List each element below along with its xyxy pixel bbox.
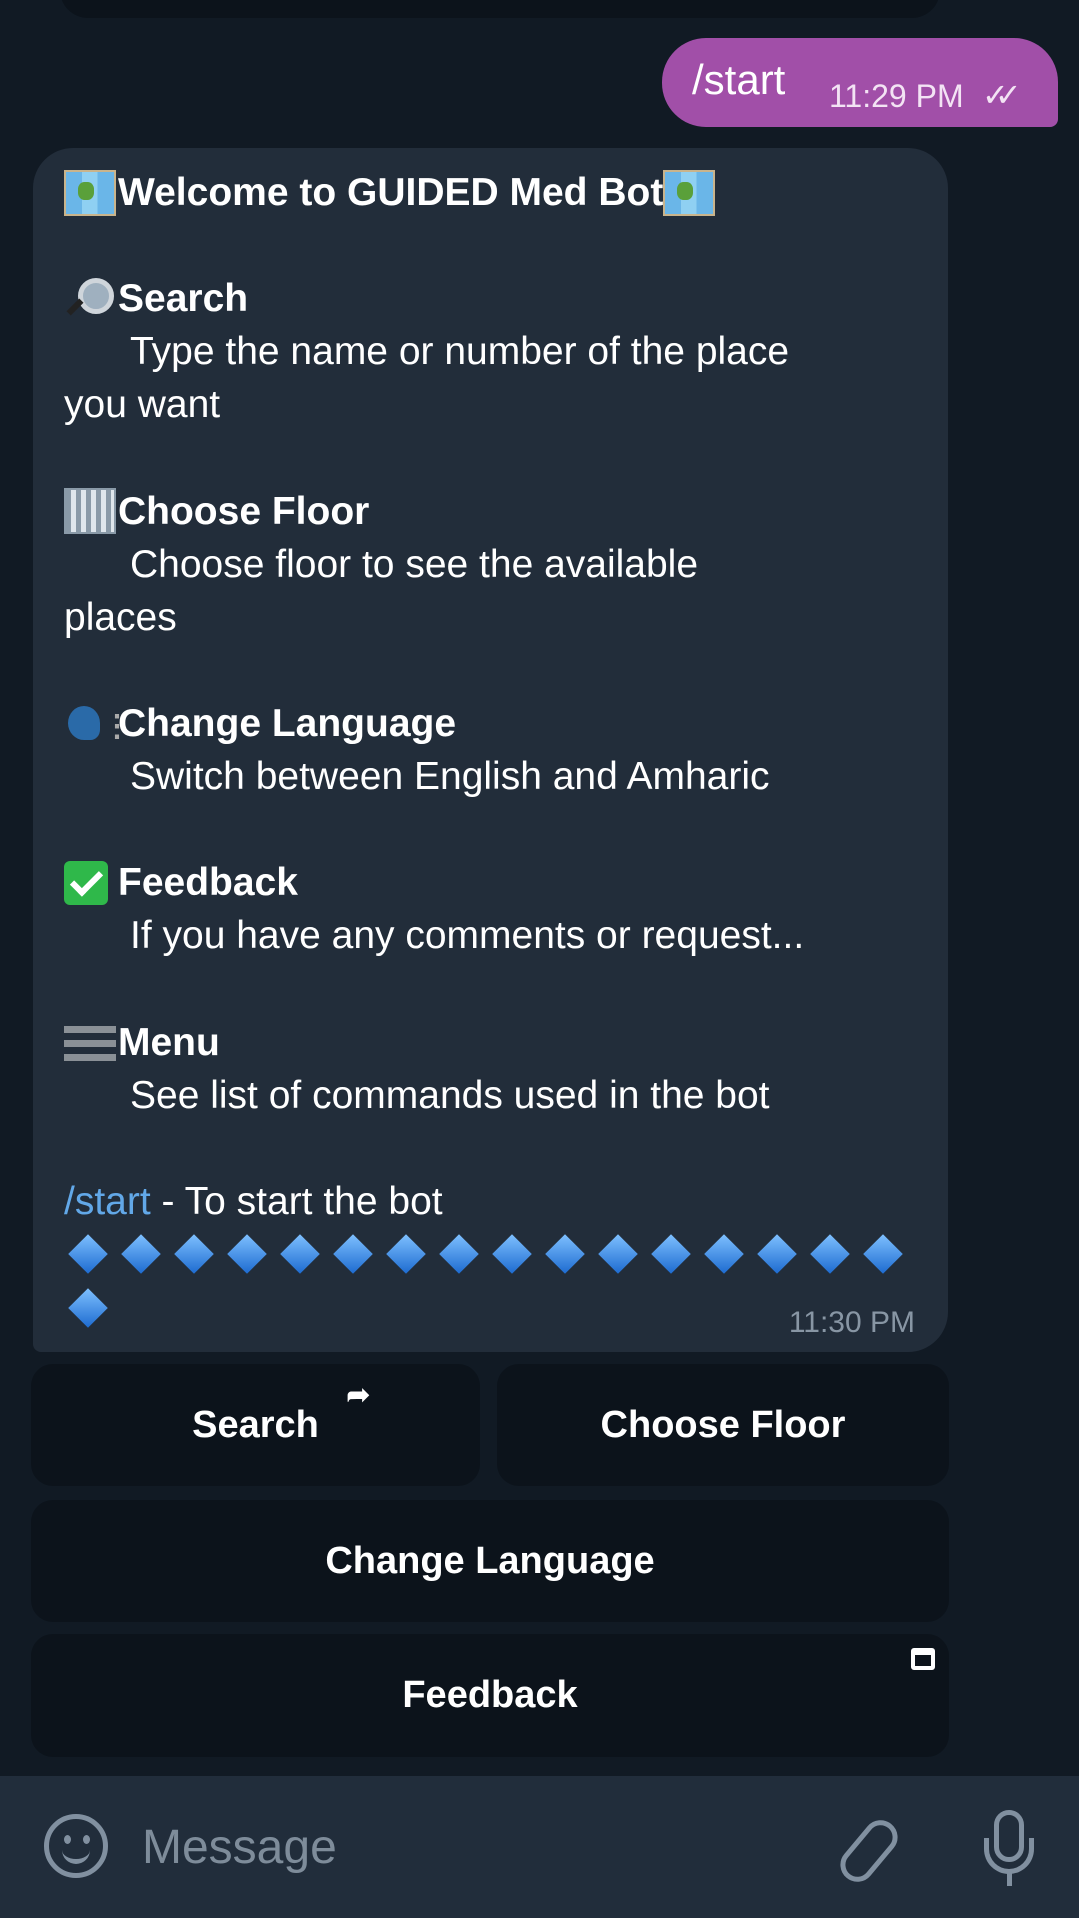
small-blue-diamond-icon	[227, 1234, 267, 1275]
switch-inline-arrow-icon: ➦	[346, 1379, 370, 1410]
section-desc: you want	[64, 383, 221, 427]
heading-text: Menu	[118, 1020, 220, 1064]
diamond-row	[64, 1281, 897, 1334]
section-desc: If you have any comments or request...	[130, 914, 805, 958]
message-input-bar: Message	[0, 1776, 1079, 1918]
small-blue-diamond-icon	[704, 1234, 744, 1275]
section-desc: places	[64, 595, 177, 639]
section-search-heading: Search	[64, 272, 897, 325]
heading-text: Feedback	[118, 861, 298, 905]
web-app-window-icon	[911, 1648, 935, 1670]
keyboard-feedback-button[interactable]: Feedback	[31, 1634, 949, 1757]
small-blue-diamond-icon	[333, 1234, 373, 1275]
small-blue-diamond-icon	[863, 1234, 903, 1275]
keyboard-choose-floor-button[interactable]: Choose Floor	[497, 1364, 949, 1486]
world-map-icon	[663, 169, 716, 216]
section-feedback-heading: Feedback	[64, 856, 897, 909]
small-blue-diamond-icon	[439, 1234, 479, 1275]
section-desc: Type the name or number of the place	[130, 330, 790, 374]
diamond-row	[64, 1228, 903, 1281]
command-desc: - To start the bot	[150, 1179, 443, 1223]
small-blue-diamond-icon	[280, 1234, 320, 1275]
magnifier-icon	[64, 276, 116, 322]
start-command-link[interactable]: /start	[64, 1175, 151, 1228]
message-input[interactable]: Message	[142, 1820, 337, 1875]
small-blue-diamond-icon	[174, 1234, 214, 1275]
user-message-text: /start	[692, 56, 786, 103]
title-text: Welcome to GUIDED Med Bot	[118, 171, 664, 214]
message-time: 11:30 PM	[788, 1306, 915, 1339]
section-menu-heading: Menu	[64, 1016, 897, 1069]
button-label: Feedback	[402, 1674, 578, 1716]
office-building-icon	[64, 488, 116, 535]
keyboard-search-button[interactable]: Search ➦	[31, 1364, 480, 1486]
section-language-heading: Change Language	[64, 697, 897, 754]
small-blue-diamond-icon	[68, 1287, 108, 1328]
section-desc: Switch between English and Amharic	[130, 755, 770, 799]
small-blue-diamond-icon	[651, 1234, 691, 1275]
message-time: 11:29 PM	[829, 78, 964, 114]
small-blue-diamond-icon	[386, 1234, 426, 1275]
small-blue-diamond-icon	[757, 1234, 797, 1275]
keyboard-change-language-button[interactable]: Change Language	[31, 1500, 949, 1622]
menu-bars-icon	[64, 1026, 116, 1063]
heading-text: Choose Floor	[118, 489, 370, 533]
bot-message-bubble[interactable]: Welcome to GUIDED Med Bot Search Type th…	[33, 148, 948, 1352]
speaking-head-icon	[64, 700, 132, 754]
small-blue-diamond-icon	[598, 1234, 638, 1275]
check-mark-icon	[64, 860, 108, 905]
microphone-stem	[1007, 1872, 1012, 1886]
heading-text: Change Language	[118, 701, 457, 745]
user-message-bubble[interactable]: /start 11:29 PM ✓✓	[662, 38, 1058, 127]
section-floor-heading: Choose Floor	[64, 485, 897, 538]
button-label: Change Language	[325, 1539, 655, 1582]
heading-text: Search	[118, 277, 249, 321]
button-label: Choose Floor	[600, 1403, 846, 1446]
button-label: Search	[192, 1403, 319, 1446]
double-check-icon: ✓✓	[982, 77, 1021, 113]
emoji-icon[interactable]	[44, 1814, 108, 1878]
small-blue-diamond-icon	[121, 1234, 161, 1275]
small-blue-diamond-icon	[545, 1234, 585, 1275]
small-blue-diamond-icon	[68, 1234, 108, 1275]
small-blue-diamond-icon	[492, 1234, 532, 1275]
bot-title: Welcome to GUIDED Med Bot	[64, 166, 897, 219]
attach-icon[interactable]	[833, 1813, 905, 1889]
previous-message-edge	[60, 0, 940, 18]
section-desc: See list of commands used in the bot	[130, 1073, 770, 1117]
world-map-icon	[64, 169, 116, 216]
section-desc: Choose floor to see the available	[130, 542, 699, 586]
microphone-stand	[984, 1838, 1034, 1874]
small-blue-diamond-icon	[810, 1234, 850, 1275]
command-line: /start - To start the bot	[64, 1175, 897, 1228]
